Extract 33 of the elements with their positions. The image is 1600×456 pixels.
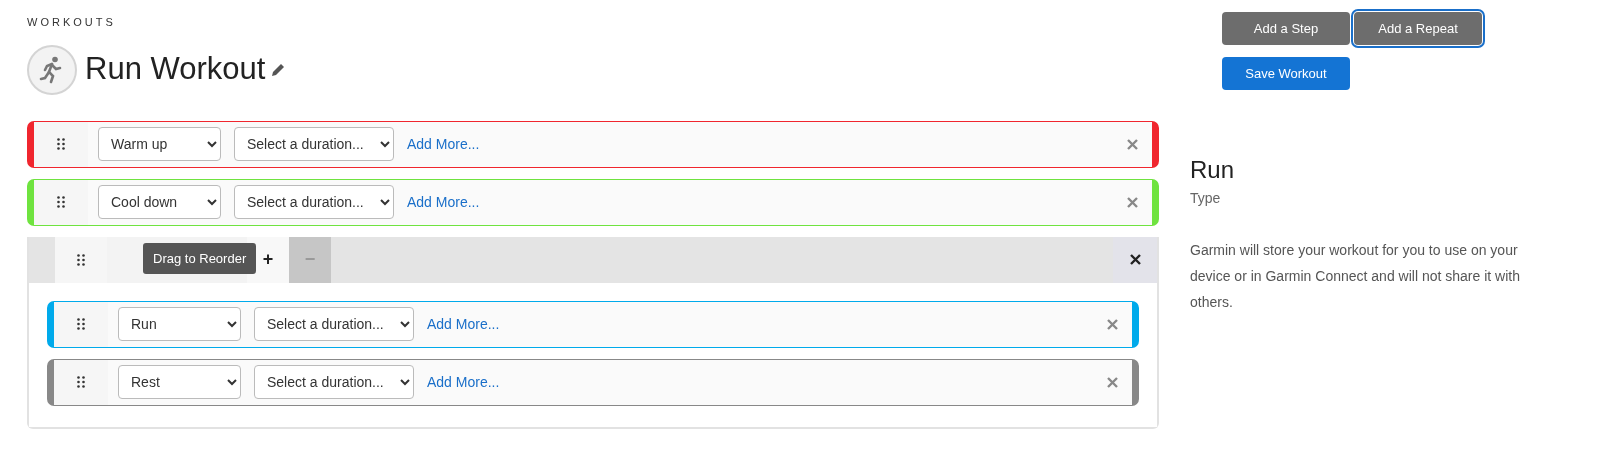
add-more-link[interactable]: Add More... xyxy=(427,371,500,393)
step-type-select[interactable]: Cool down xyxy=(98,185,221,219)
sport-label: Type xyxy=(1190,189,1222,208)
duration-select[interactable]: Select a duration... xyxy=(254,365,414,399)
close-icon xyxy=(1127,196,1138,208)
add-button[interactable]: Add a Repeat xyxy=(1354,12,1482,45)
close-icon xyxy=(1129,254,1141,265)
info-text: Garmin will store your workout for you to use on your device or in Garmin Connect and will not share it with others. xyxy=(1190,241,1521,312)
duration-select[interactable]: Select a duration... xyxy=(234,127,394,161)
step-type-select[interactable]: Rest xyxy=(118,365,241,399)
close-icon xyxy=(1107,376,1118,388)
step-type-select[interactable]: Warm up xyxy=(98,127,221,161)
drag-handle-icon[interactable] xyxy=(77,376,85,388)
drag-handle-icon[interactable] xyxy=(57,138,65,150)
add-more-link[interactable]: Add More... xyxy=(407,133,480,155)
step-type-select[interactable]: Run xyxy=(118,307,241,341)
add-more-link[interactable]: Add More... xyxy=(407,191,480,213)
drag-handle-icon[interactable] xyxy=(77,253,85,266)
close-icon xyxy=(1107,318,1118,330)
tooltip: Drag to Reorder xyxy=(143,242,257,274)
remove-repeat-button[interactable] xyxy=(1113,236,1157,283)
duration-select[interactable]: Select a duration... xyxy=(234,185,394,219)
pencil-icon[interactable] xyxy=(271,62,286,77)
close-icon xyxy=(1127,138,1138,150)
add-button[interactable]: Add a Step xyxy=(1222,12,1350,45)
save-button[interactable]: Save Workout xyxy=(1222,57,1350,90)
drag-handle-icon[interactable] xyxy=(57,196,65,208)
sport-name: Run xyxy=(1190,155,1236,185)
page-title: Run Workout xyxy=(85,50,266,89)
add-more-link[interactable]: Add More... xyxy=(427,313,500,335)
breadcrumb[interactable]: WORKOUTS xyxy=(27,14,1159,31)
drag-handle-icon[interactable] xyxy=(77,318,85,330)
duration-select[interactable]: Select a duration... xyxy=(254,307,414,341)
